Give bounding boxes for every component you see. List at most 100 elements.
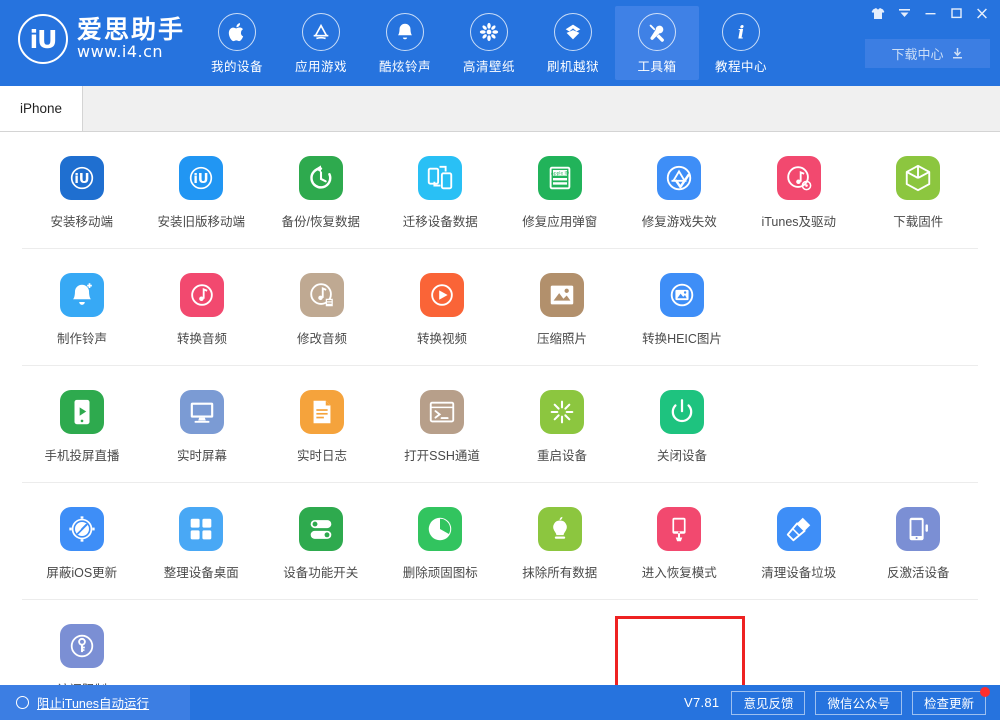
audio-convert-icon xyxy=(180,273,224,317)
tab-iphone-label: iPhone xyxy=(19,101,63,116)
status-button-2[interactable]: 检查更新 xyxy=(911,686,990,715)
logo-title: 爱思助手 xyxy=(77,16,186,45)
tool-item-recovery-mode[interactable]: 进入恢复模式 xyxy=(620,503,740,587)
close-icon[interactable] xyxy=(970,2,994,24)
tool-item-label: 安装旧版移动端 xyxy=(157,215,245,229)
tool-item-audio-edit[interactable]: 修改音频 xyxy=(262,269,382,353)
chevron-down-icon[interactable] xyxy=(892,2,916,24)
minimize-icon[interactable] xyxy=(918,2,942,24)
download-arrow-icon xyxy=(952,48,962,59)
tool-item-label: 转换视频 xyxy=(416,332,467,346)
tool-item-ssh-terminal[interactable]: 打开SSH通道 xyxy=(382,386,502,470)
tool-item-block-ios-update[interactable]: 屏蔽iOS更新 xyxy=(22,503,142,587)
window-controls xyxy=(866,2,994,24)
erase-all-data-icon xyxy=(537,507,582,551)
toolbox-row: 手机投屏直播 实时屏幕 实时日志 打开SSH通道 重启设备 关闭设备 xyxy=(22,366,978,483)
skin-icon[interactable] xyxy=(866,2,890,24)
tool-item-migrate-device[interactable]: 迁移设备数据 xyxy=(381,152,501,236)
audio-edit-icon xyxy=(300,273,344,317)
tool-item-i4-assistant[interactable]: iU 安装移动端 xyxy=(22,152,142,236)
app-logo: iU 爱思助手 www.i4.cn xyxy=(18,14,185,64)
tool-item-feature-toggle[interactable]: 设备功能开关 xyxy=(261,503,381,587)
nav-item-bell[interactable]: 酷炫铃声 xyxy=(363,6,447,80)
apple-icon xyxy=(218,13,256,51)
tool-item-appleid-card[interactable]: Apple ID 修复应用弹窗 xyxy=(500,152,620,236)
i4-assistant-old-icon: iU xyxy=(179,156,224,200)
nav-item-flower[interactable]: 高清壁纸 xyxy=(447,6,531,80)
tool-item-label: 修复应用弹窗 xyxy=(522,215,598,229)
tool-item-label: 转换HEIC图片 xyxy=(642,332,722,346)
tool-item-deactivate-device[interactable]: 反激活设备 xyxy=(859,503,979,587)
tab-iphone[interactable]: iPhone xyxy=(0,86,83,131)
access-restriction-icon xyxy=(60,624,104,668)
tool-item-appstore-fix[interactable]: 修复游戏失效 xyxy=(620,152,740,236)
toolbox-row: 制作铃声 转换音频 修改音频 转换视频 压缩照片 转换HEIC图片 xyxy=(22,249,978,366)
photo-compress-icon xyxy=(540,273,584,317)
svg-text:Apple ID: Apple ID xyxy=(551,171,570,177)
tool-item-ringtone-make[interactable]: 制作铃声 xyxy=(22,269,142,353)
bell-icon xyxy=(386,13,424,51)
tool-item-label: 反激活设备 xyxy=(886,566,950,580)
tool-item-access-restriction[interactable]: 访问限制 xyxy=(22,620,142,685)
nav-item-label: 酷炫铃声 xyxy=(378,60,431,74)
tool-item-label: 屏蔽iOS更新 xyxy=(46,566,118,580)
nav-item-info[interactable]: i 教程中心 xyxy=(699,6,783,80)
ringtone-make-icon xyxy=(60,273,104,317)
tool-item-label: 迁移设备数据 xyxy=(402,215,478,229)
tool-item-label: 制作铃声 xyxy=(56,332,107,346)
tool-item-label: 重启设备 xyxy=(536,449,587,463)
tool-item-i4-assistant-old[interactable]: iU 安装旧版移动端 xyxy=(142,152,262,236)
power-off-icon xyxy=(660,390,704,434)
tool-item-photo-compress[interactable]: 压缩照片 xyxy=(502,269,622,353)
nav-item-apple[interactable]: 我的设备 xyxy=(195,6,279,80)
block-itunes-toggle[interactable]: 阻止iTunes自动运行 xyxy=(0,685,190,720)
box-open-icon xyxy=(554,13,592,51)
tool-item-firmware-cube[interactable]: 下载固件 xyxy=(859,152,979,236)
tool-item-label: iTunes及驱动 xyxy=(761,215,837,229)
update-badge-dot xyxy=(980,686,990,697)
tool-item-erase-all-data[interactable]: 抹除所有数据 xyxy=(500,503,620,587)
tool-item-label: 进入恢复模式 xyxy=(641,566,717,580)
video-convert-icon xyxy=(420,273,464,317)
tool-item-restart-device[interactable]: 重启设备 xyxy=(502,386,622,470)
maximize-icon[interactable] xyxy=(944,2,968,24)
live-screen-icon xyxy=(180,390,224,434)
tab-strip-filler xyxy=(83,86,1000,131)
tool-item-power-off[interactable]: 关闭设备 xyxy=(622,386,742,470)
app-window: iU 爱思助手 www.i4.cn 我的设备 应用游戏 酷炫铃声 高清壁纸 刷机越狱 工具… xyxy=(0,0,1000,720)
nav-item-tools[interactable]: 工具箱 xyxy=(615,6,699,80)
nav-item-box-open[interactable]: 刷机越狱 xyxy=(531,6,615,80)
tool-item-label: 实时日志 xyxy=(296,449,347,463)
tool-item-clean-junk[interactable]: 清理设备垃圾 xyxy=(739,503,859,587)
block-ios-update-icon xyxy=(59,507,104,551)
tool-item-heic-convert[interactable]: 转换HEIC图片 xyxy=(622,269,742,353)
tool-item-label: 清理设备垃圾 xyxy=(761,566,837,580)
tool-item-delete-icon[interactable]: 删除顽固图标 xyxy=(381,503,501,587)
tool-item-video-convert[interactable]: 转换视频 xyxy=(382,269,502,353)
tool-item-live-log[interactable]: 实时日志 xyxy=(262,386,382,470)
status-button-0[interactable]: 意见反馈 xyxy=(731,690,806,715)
logo-text: 爱思助手 www.i4.cn xyxy=(77,17,185,60)
tool-item-backup-restore[interactable]: 备份/恢复数据 xyxy=(261,152,381,236)
tool-item-screen-cast[interactable]: 手机投屏直播 xyxy=(22,386,142,470)
delete-icon-icon xyxy=(418,507,463,551)
status-button-1[interactable]: 微信公众号 xyxy=(815,690,902,715)
tool-item-label: 抹除所有数据 xyxy=(522,566,598,580)
tool-item-label: 压缩照片 xyxy=(536,332,587,346)
i4-assistant-icon: iU xyxy=(59,156,104,200)
tools-icon xyxy=(638,13,676,51)
app-header: iU 爱思助手 www.i4.cn 我的设备 应用游戏 酷炫铃声 高清壁纸 刷机越狱 工具… xyxy=(0,0,1000,86)
tool-item-itunes-driver[interactable]: iTunes及驱动 xyxy=(739,152,859,236)
tool-item-live-screen[interactable]: 实时屏幕 xyxy=(142,386,262,470)
tool-item-label: 删除顽固图标 xyxy=(402,566,478,580)
tool-item-arrange-desktop[interactable]: 整理设备桌面 xyxy=(142,503,262,587)
main-nav: 我的设备 应用游戏 酷炫铃声 高清壁纸 刷机越狱 工具箱 i 教程中心 xyxy=(195,6,783,80)
tool-item-audio-convert[interactable]: 转换音频 xyxy=(142,269,262,353)
screen-cast-icon xyxy=(60,390,104,434)
device-tab-strip: iPhone xyxy=(0,86,1000,132)
nav-item-label: 教程中心 xyxy=(714,60,767,74)
download-center-button[interactable]: 下载中心 xyxy=(865,39,990,68)
nav-item-appstore[interactable]: 应用游戏 xyxy=(279,6,363,80)
deactivate-device-icon xyxy=(896,507,941,551)
toolbox-row: iU 安装移动端 iU 安装旧版移动端 备份/恢复数据 迁移设备数据 Apple ID 修复应… xyxy=(22,132,978,249)
